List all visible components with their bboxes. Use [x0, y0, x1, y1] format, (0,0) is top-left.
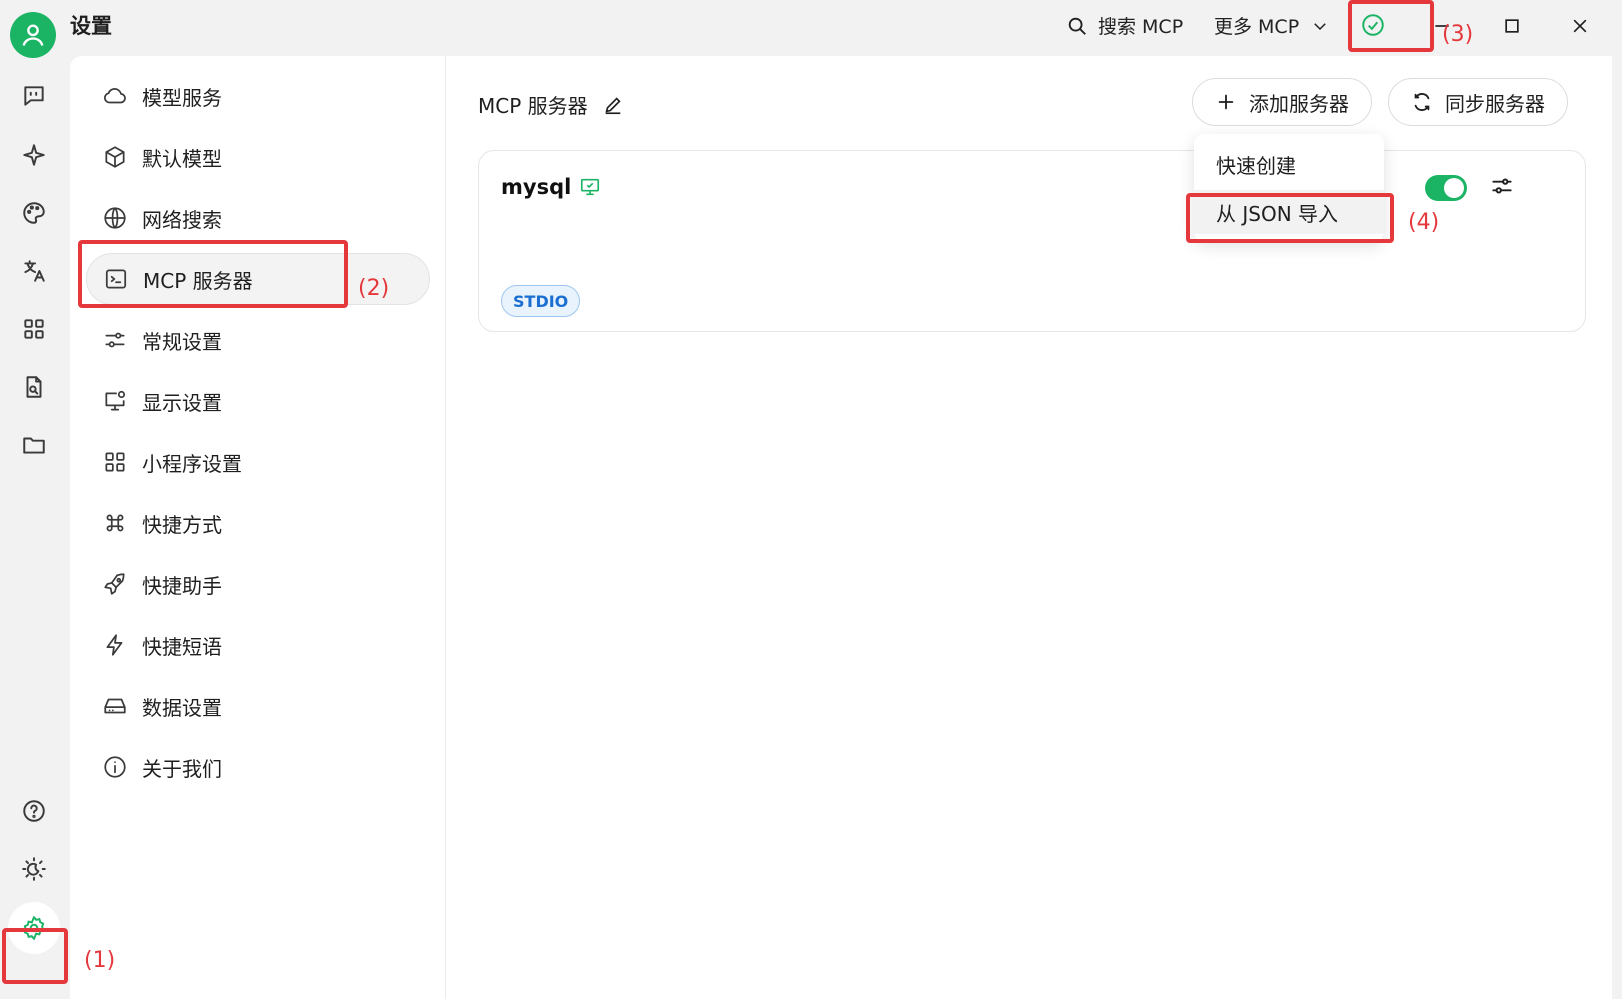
- server-name-text: mysql: [501, 175, 572, 199]
- nav-item-about-us[interactable]: 关于我们: [86, 741, 430, 793]
- folder-icon[interactable]: [14, 425, 54, 465]
- command-icon: [106, 514, 124, 532]
- settings-nav: 模型服务 默认模型 网络搜索 MCP 服务器 常规设置 显示设置 小程序设置 快…: [70, 56, 446, 999]
- icon-rail: [0, 0, 70, 999]
- info-icon: [104, 756, 126, 778]
- page-title-text: MCP 服务器: [478, 94, 588, 118]
- cloud-icon: [104, 88, 126, 104]
- app-window: 设置 搜索 MCP 更多 MCP 模型服务 默认模型 网络搜索 MCP 服务器: [0, 0, 1622, 999]
- plus-icon: [1218, 94, 1234, 110]
- annotation-label-3: (3): [1442, 22, 1474, 47]
- user-icon: [22, 24, 44, 46]
- nav-item-display-settings[interactable]: 显示设置: [86, 375, 430, 427]
- hard-drive-icon: [104, 698, 126, 714]
- menu-item-import-json[interactable]: 从 JSON 导入: [1194, 190, 1384, 234]
- apps-grid-icon[interactable]: [14, 309, 54, 349]
- sliders-icon: [105, 332, 125, 348]
- nav-item-label: 小程序设置: [142, 451, 242, 476]
- add-server-label: 添加服务器: [1249, 91, 1349, 116]
- nav-item-quick-phrases[interactable]: 快捷短语: [86, 619, 430, 671]
- nav-item-default-model[interactable]: 默认模型: [86, 131, 430, 183]
- more-mcp-dropdown[interactable]: 更多 MCP: [1214, 12, 1329, 39]
- window-title: 设置: [70, 14, 112, 38]
- nav-item-model-service[interactable]: 模型服务: [86, 70, 430, 122]
- chevron-down-icon: [1314, 22, 1326, 30]
- nav-item-label: 快捷短语: [142, 634, 222, 659]
- file-search-icon[interactable]: [14, 367, 54, 407]
- nav-item-label: 默认模型: [142, 146, 222, 171]
- nav-item-label: MCP 服务器: [143, 268, 253, 293]
- nav-item-data-settings[interactable]: 数据设置: [86, 680, 430, 732]
- zap-icon: [106, 634, 123, 656]
- nav-item-label: 常规设置: [142, 329, 222, 354]
- nav-item-label: 显示设置: [142, 390, 222, 415]
- edit-pencil-icon[interactable]: [602, 94, 624, 116]
- avatar[interactable]: [10, 12, 56, 58]
- page-title: MCP 服务器: [478, 90, 624, 119]
- theme-toggle-icon[interactable]: [14, 849, 54, 889]
- nav-item-shortcuts[interactable]: 快捷方式: [86, 497, 430, 549]
- palette-icon[interactable]: [14, 193, 54, 233]
- monitor-settings-icon: [105, 390, 126, 411]
- add-server-button[interactable]: 添加服务器: [1192, 78, 1372, 126]
- server-type-badge: STDIO: [501, 285, 581, 317]
- search-mcp-label: 搜索 MCP: [1098, 16, 1184, 38]
- terminal-icon: [105, 269, 127, 289]
- grid-icon: [105, 452, 125, 472]
- translate-icon[interactable]: [14, 251, 54, 291]
- annotation-label-1: (1): [84, 948, 116, 973]
- server-settings-button[interactable]: [1489, 173, 1519, 203]
- server-name: mysql: [501, 175, 601, 199]
- close-icon[interactable]: [1562, 8, 1598, 44]
- sliders-icon: [1492, 178, 1512, 194]
- main-panel: MCP 服务器 添加服务器 同步服务器 mysql STDIO: [446, 56, 1622, 999]
- sparkle-icon[interactable]: [14, 135, 54, 175]
- help-icon[interactable]: [14, 791, 54, 831]
- nav-item-quick-assistant[interactable]: 快捷助手: [86, 558, 430, 610]
- annotation-label-4: (4): [1408, 210, 1440, 235]
- chat-icon[interactable]: [14, 76, 54, 116]
- nav-item-label: 网络搜索: [142, 207, 222, 232]
- window-edge: [1612, 0, 1622, 999]
- nav-item-label: 模型服务: [142, 85, 222, 110]
- nav-item-label: 数据设置: [142, 695, 222, 720]
- search-icon: [1068, 17, 1086, 35]
- menu-item-quick-create[interactable]: 快速创建: [1194, 142, 1384, 186]
- settings-gear-icon[interactable]: [8, 902, 60, 954]
- nav-item-label: 关于我们: [142, 756, 222, 781]
- nav-item-general-settings[interactable]: 常规设置: [86, 314, 430, 366]
- maximize-icon[interactable]: [1494, 8, 1530, 44]
- nav-item-label: 快捷助手: [142, 573, 222, 598]
- sync-server-button[interactable]: 同步服务器: [1388, 78, 1568, 126]
- more-mcp-label: 更多 MCP: [1214, 16, 1300, 38]
- status-check-icon[interactable]: [1360, 12, 1386, 38]
- globe-icon: [104, 207, 126, 229]
- search-mcp-button[interactable]: 搜索 MCP: [1066, 12, 1183, 39]
- refresh-icon: [1414, 93, 1430, 111]
- annotation-label-2: (2): [358, 276, 390, 301]
- sync-server-label: 同步服务器: [1445, 91, 1545, 116]
- nav-item-web-search[interactable]: 网络搜索: [86, 192, 430, 244]
- add-server-dropdown: 快速创建 从 JSON 导入: [1194, 134, 1384, 242]
- nav-item-label: 快捷方式: [142, 512, 222, 537]
- rocket-icon: [104, 573, 125, 595]
- nav-item-mini-program-settings[interactable]: 小程序设置: [86, 436, 430, 488]
- server-enabled-toggle[interactable]: [1425, 175, 1467, 201]
- cube-icon: [105, 146, 125, 168]
- server-card[interactable]: mysql STDIO: [478, 150, 1586, 332]
- monitor-check-icon: [581, 178, 600, 196]
